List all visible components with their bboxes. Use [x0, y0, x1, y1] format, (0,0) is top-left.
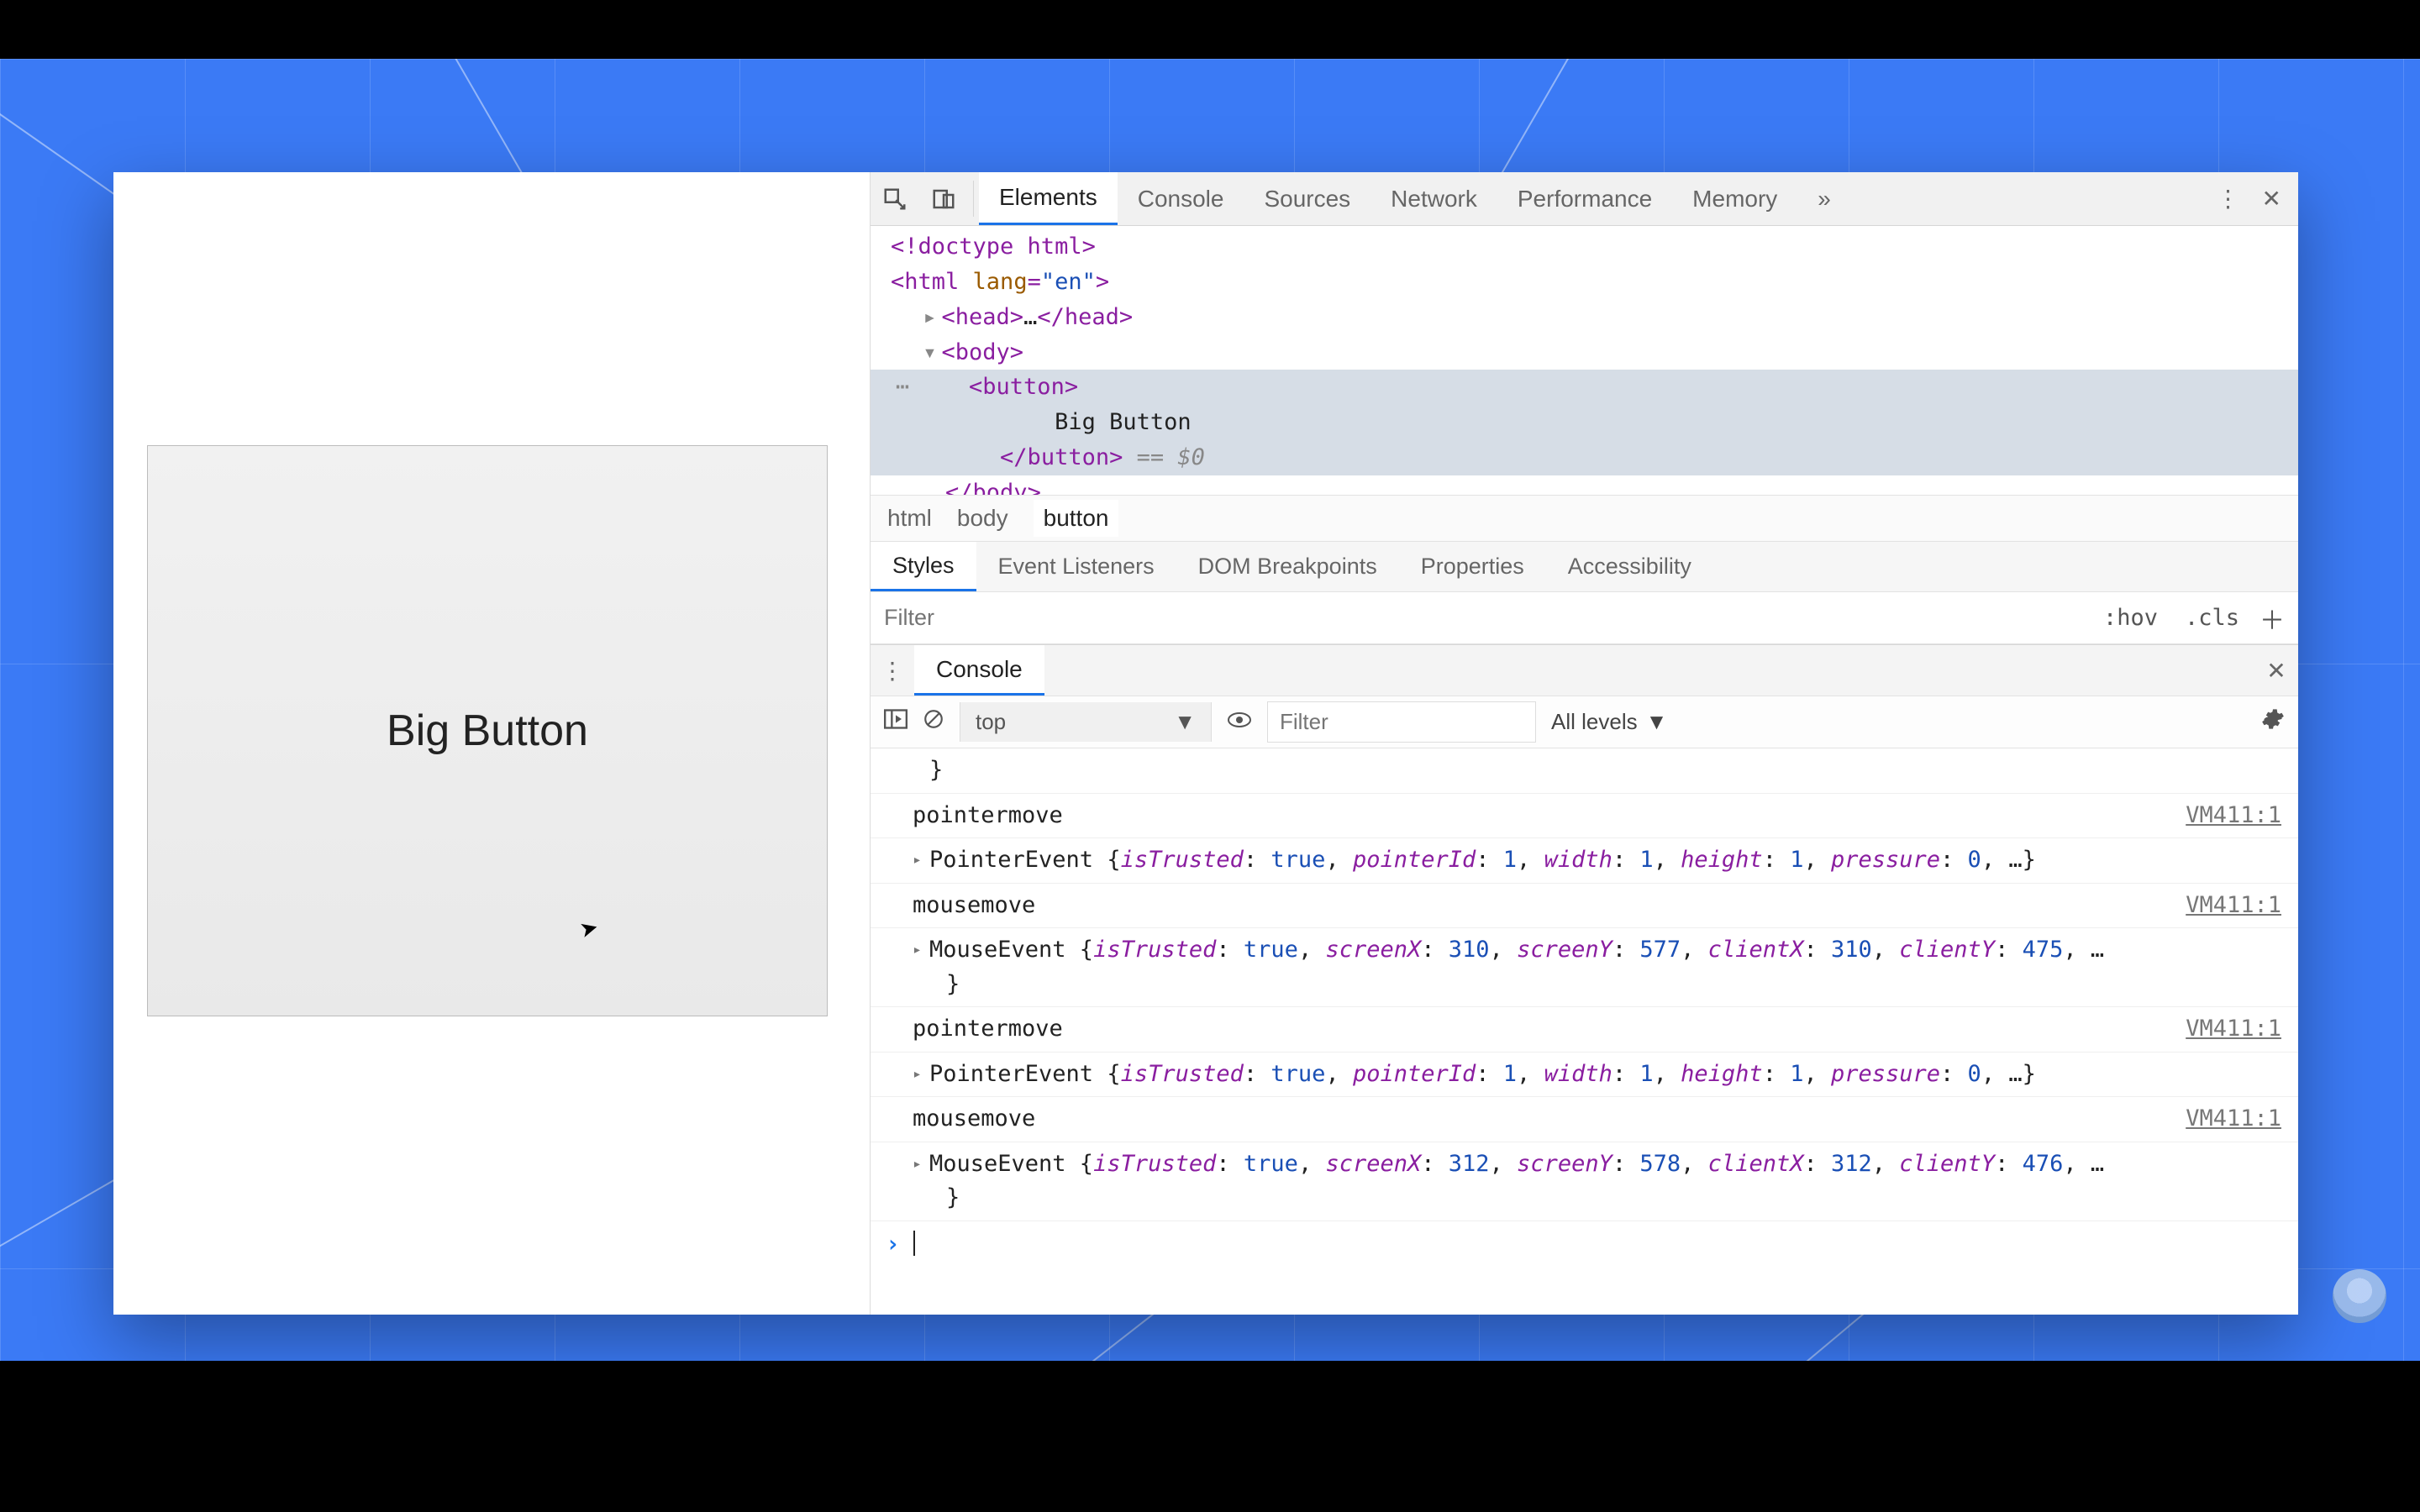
tabs-overflow-icon[interactable]: » — [1797, 172, 1851, 225]
console-event-name: pointermove — [913, 802, 1063, 828]
console-event-name: pointermove — [913, 1016, 1063, 1042]
console-context-select[interactable]: top ▼ — [960, 702, 1212, 742]
dom-selected-ref: == $0 — [1123, 444, 1205, 470]
cls-toggle[interactable]: .cls — [2178, 601, 2246, 634]
chrome-logo-icon — [2333, 1269, 2386, 1323]
console-levels-select[interactable]: All levels ▼ — [1551, 709, 1667, 735]
styles-filter-row: :hov .cls ＋ — [871, 592, 2298, 644]
subtab-event-listeners[interactable]: Event Listeners — [976, 542, 1176, 591]
console-context-value: top — [976, 709, 1006, 735]
subtab-dom-breakpoints[interactable]: DOM Breakpoints — [1176, 542, 1399, 591]
console-entry: pointermove VM411:1 — [871, 1007, 2298, 1053]
tab-memory[interactable]: Memory — [1672, 172, 1797, 225]
console-object[interactable]: ▸ MouseEvent {isTrusted: true, screenX: … — [871, 928, 2298, 1007]
dom-head[interactable]: <head> — [942, 304, 1024, 330]
tab-elements[interactable]: Elements — [979, 172, 1118, 225]
styles-subtabs: Styles Event Listeners DOM Breakpoints P… — [871, 542, 2298, 592]
tab-performance[interactable]: Performance — [1497, 172, 1672, 225]
live-expression-icon[interactable] — [1227, 709, 1252, 735]
dom-button-text: Big Button — [1055, 409, 1192, 435]
stage: Big Button ➤ — [0, 0, 2420, 1512]
dom-body-open[interactable]: <body> — [942, 339, 1024, 365]
console-entry: } — [871, 748, 2298, 794]
dom-doctype: <!doctype html> — [891, 234, 1096, 260]
console-prompt[interactable]: › — [871, 1221, 2298, 1266]
dom-button-close: </button> — [1000, 444, 1123, 470]
slide-background: Big Button ➤ — [0, 59, 2420, 1361]
crumb-button[interactable]: button — [1034, 500, 1119, 537]
console-brace: } — [913, 753, 943, 788]
app-window: Big Button ➤ — [113, 172, 2298, 1315]
expand-icon[interactable]: ▸ — [913, 848, 922, 871]
console-object[interactable]: ▸ MouseEvent {isTrusted: true, screenX: … — [871, 1142, 2298, 1221]
styles-filter-input[interactable] — [884, 605, 2083, 631]
inspect-element-icon[interactable] — [871, 172, 919, 225]
expand-icon[interactable]: ▸ — [913, 1152, 922, 1175]
console-event-name: mousemove — [913, 1105, 1035, 1131]
console-toolbar: top ▼ All levels ▼ — [871, 696, 2298, 748]
expand-icon[interactable]: ▸ — [913, 1063, 922, 1085]
console-entry: mousemove VM411:1 — [871, 1097, 2298, 1142]
prompt-chevron-icon: › — [886, 1230, 900, 1257]
console-sidebar-toggle-icon[interactable] — [884, 709, 908, 735]
console-filter-input[interactable] — [1267, 701, 1536, 743]
crumb-body[interactable]: body — [957, 505, 1008, 532]
console-object[interactable]: ▸ PointerEvent {isTrusted: true, pointer… — [871, 838, 2298, 884]
subtab-styles[interactable]: Styles — [871, 542, 976, 591]
dom-tree[interactable]: <!doctype html> <html lang="en"> ▸<head>… — [871, 226, 2298, 495]
device-toolbar-icon[interactable] — [919, 172, 968, 225]
subtab-accessibility[interactable]: Accessibility — [1546, 542, 1713, 591]
tab-sources[interactable]: Sources — [1244, 172, 1370, 225]
divider — [973, 181, 974, 217]
dom-button-open: <button> — [969, 374, 1078, 400]
console-entry: mousemove VM411:1 — [871, 884, 2298, 929]
console-settings-icon[interactable] — [2261, 707, 2285, 737]
chevron-down-icon: ▼ — [1174, 709, 1196, 735]
clear-console-icon[interactable] — [923, 708, 944, 736]
page-viewport: Big Button ➤ — [113, 172, 870, 1315]
drawer-close-icon[interactable]: ✕ — [2254, 645, 2298, 696]
chevron-down-icon: ▼ — [1646, 709, 1668, 735]
console-event-name: mousemove — [913, 892, 1035, 918]
dom-head-ellipsis: … — [1023, 304, 1037, 330]
console-drawer-header: ⋮ Console ✕ — [871, 644, 2298, 696]
console-source-link[interactable]: VM411:1 — [2186, 889, 2281, 923]
drawer-tab-console[interactable]: Console — [914, 645, 1044, 696]
dom-html-open: <html lang="en"> — [891, 269, 1109, 295]
dom-body-close: </body> — [945, 480, 1041, 495]
devtools-tab-strip: Elements Console Sources Network Perform… — [871, 172, 2298, 226]
new-style-rule-icon[interactable]: ＋ — [2260, 600, 2285, 637]
console-source-link[interactable]: VM411:1 — [2186, 799, 2281, 833]
prompt-caret — [913, 1231, 915, 1256]
subtab-properties[interactable]: Properties — [1399, 542, 1546, 591]
hov-toggle[interactable]: :hov — [2096, 601, 2165, 634]
tab-console[interactable]: Console — [1118, 172, 1244, 225]
console-source-link[interactable]: VM411:1 — [2186, 1012, 2281, 1047]
drawer-menu-icon[interactable]: ⋮ — [871, 645, 914, 696]
console-object[interactable]: ▸ PointerEvent {isTrusted: true, pointer… — [871, 1053, 2298, 1098]
devtools: Elements Console Sources Network Perform… — [870, 172, 2298, 1315]
console-entry: pointermove VM411:1 — [871, 794, 2298, 839]
console-log[interactable]: } pointermove VM411:1 ▸ PointerEvent {is… — [871, 748, 2298, 1315]
dom-selected-node[interactable]: ⋯ <button> — [871, 370, 2298, 405]
expand-icon[interactable]: ▸ — [913, 938, 922, 961]
close-devtools-icon[interactable]: ✕ — [2262, 185, 2281, 213]
crumb-html[interactable]: html — [887, 505, 932, 532]
tab-network[interactable]: Network — [1370, 172, 1497, 225]
big-button[interactable]: Big Button — [147, 445, 828, 1016]
dom-breadcrumbs: html body button — [871, 495, 2298, 542]
console-source-link[interactable]: VM411:1 — [2186, 1102, 2281, 1137]
console-levels-label: All levels — [1551, 709, 1638, 735]
kebab-menu-icon[interactable]: ⋮ — [2217, 185, 2240, 213]
